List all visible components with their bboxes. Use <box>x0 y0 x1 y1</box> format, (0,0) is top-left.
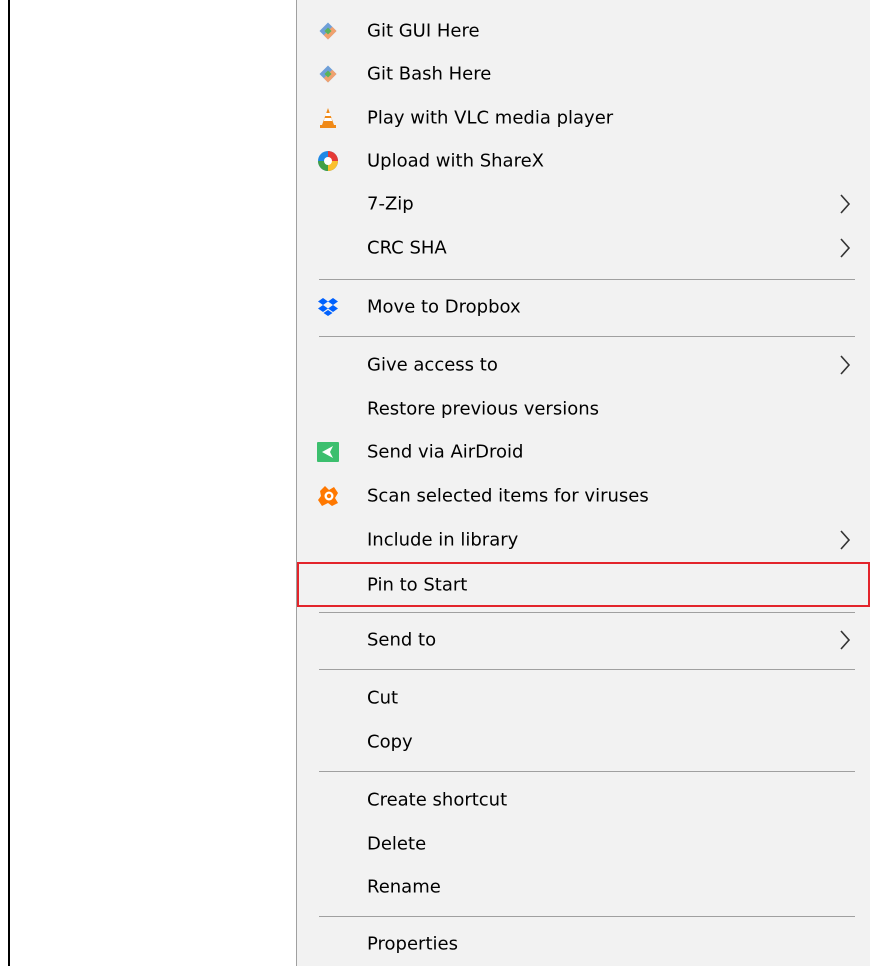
menu-item-cut[interactable]: Cut <box>297 676 870 720</box>
menu-item-move-to-dropbox[interactable]: Move to Dropbox <box>297 285 870 329</box>
menu-item-send-to[interactable]: Send to <box>297 618 870 662</box>
menu-item-label: Play with VLC media player <box>367 107 614 129</box>
menu-item-git-gui-here[interactable]: Git GUI Here <box>297 9 870 53</box>
menu-separator <box>319 771 855 772</box>
menu-item-label: Rename <box>367 876 441 898</box>
menu-item-include-in-library[interactable]: Include in library <box>297 518 870 562</box>
menu-item-send-via-airdroid[interactable]: Send via AirDroid <box>297 430 870 474</box>
menu-item-delete[interactable]: Delete <box>297 822 870 866</box>
menu-item-label: Include in library <box>367 529 519 551</box>
menu-item-label: Scan selected items for viruses <box>367 485 649 507</box>
menu-separator <box>319 279 855 280</box>
menu-item-7-zip[interactable]: 7-Zip <box>297 182 870 226</box>
window-edge <box>8 0 10 966</box>
menu-item-git-bash-here[interactable]: Git Bash Here <box>297 52 870 96</box>
menu-item-copy[interactable]: Copy <box>297 720 870 764</box>
chevron-right-icon <box>840 238 851 258</box>
menu-item-label: Cut <box>367 687 399 709</box>
menu-item-properties[interactable]: Properties <box>297 922 870 966</box>
menu-item-scan-for-viruses[interactable]: Scan selected items for viruses <box>297 474 870 518</box>
airdroid-icon <box>317 442 339 462</box>
menu-item-upload-with-sharex[interactable]: Upload with ShareX <box>297 139 870 183</box>
menu-item-label: Send to <box>367 629 437 651</box>
menu-item-label: Git Bash Here <box>367 63 492 85</box>
menu-item-play-with-vlc[interactable]: Play with VLC media player <box>297 96 870 140</box>
menu-item-label: Send via AirDroid <box>367 441 524 463</box>
chevron-right-icon <box>840 194 851 214</box>
menu-item-label: 7-Zip <box>367 193 414 215</box>
menu-separator <box>319 336 855 337</box>
menu-item-create-shortcut[interactable]: Create shortcut <box>297 778 870 822</box>
menu-separator <box>319 916 855 917</box>
menu-item-label: Upload with ShareX <box>367 150 544 172</box>
chevron-right-icon <box>840 355 851 375</box>
vlc-cone-icon <box>320 108 336 128</box>
git-icon <box>319 65 337 83</box>
menu-item-give-access-to[interactable]: Give access to <box>297 343 870 387</box>
avast-icon <box>318 486 338 506</box>
menu-item-label: Copy <box>367 731 413 753</box>
context-menu: Git GUI Here Git Bash Here Play with VLC… <box>296 0 870 966</box>
menu-item-label: Git GUI Here <box>367 20 480 42</box>
menu-item-label: Move to Dropbox <box>367 296 521 318</box>
menu-item-label: Give access to <box>367 354 498 376</box>
sharex-icon <box>318 151 338 171</box>
menu-item-pin-to-start[interactable]: Pin to Start <box>297 562 870 607</box>
menu-item-label: Delete <box>367 833 427 855</box>
menu-item-label: Restore previous versions <box>367 398 600 420</box>
menu-item-label: Properties <box>367 933 458 955</box>
menu-item-label: CRC SHA <box>367 237 447 259</box>
menu-separator <box>319 612 855 613</box>
menu-item-label: Create shortcut <box>367 789 508 811</box>
screenshot-page: Git GUI Here Git Bash Here Play with VLC… <box>0 0 870 966</box>
menu-item-crc-sha[interactable]: CRC SHA <box>297 226 870 270</box>
menu-item-label: Pin to Start <box>367 574 468 595</box>
dropbox-icon <box>318 298 338 316</box>
menu-item-restore-previous-versions[interactable]: Restore previous versions <box>297 387 870 431</box>
menu-item-rename[interactable]: Rename <box>297 865 870 909</box>
chevron-right-icon <box>840 530 851 550</box>
git-icon <box>319 22 337 40</box>
chevron-right-icon <box>840 630 851 650</box>
menu-separator <box>319 669 855 670</box>
